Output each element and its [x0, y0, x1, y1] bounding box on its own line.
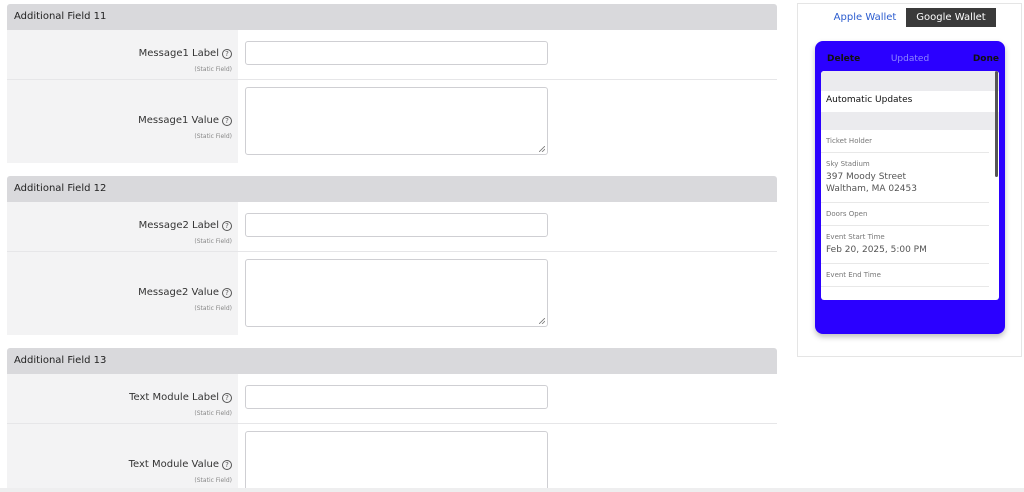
text-module-value-textarea[interactable] — [245, 431, 548, 492]
field-row: Text Module Value? (Static Field) — [7, 423, 777, 492]
resize-grip-icon[interactable] — [539, 146, 545, 152]
pass-field-label: Sky Stadium — [826, 160, 870, 168]
section-header: Additional Field 13 — [7, 348, 777, 374]
field-label: Message1 Label — [138, 48, 219, 59]
section-header: Additional Field 11 — [7, 4, 777, 30]
message1-label-input[interactable] — [245, 41, 548, 65]
field-label: Message2 Value — [138, 287, 219, 298]
tab-google-wallet[interactable]: Google Wallet — [906, 8, 996, 27]
field-sublabel: (Static Field) — [194, 238, 232, 245]
pass-field: Event Start Time Feb 20, 2025, 5:00 PM — [821, 226, 989, 264]
field-label: Message2 Label — [138, 220, 219, 231]
wallet-tabs: Apple Wallet Google Wallet — [824, 8, 996, 27]
resize-grip-icon[interactable] — [539, 318, 545, 324]
pass-field-value: Feb 20, 2025, 5:00 PM — [826, 245, 927, 255]
pass-field: Doors Open — [821, 203, 989, 226]
field-label: Text Module Label — [129, 392, 219, 403]
scrollbar[interactable] — [995, 71, 998, 177]
pass-field-label: Event End Time — [826, 271, 881, 279]
help-icon[interactable]: ? — [222, 287, 232, 298]
help-icon[interactable]: ? — [222, 115, 232, 126]
message2-value-textarea[interactable] — [245, 259, 548, 327]
field-sublabel: (Static Field) — [194, 305, 232, 312]
field-label: Message1 Value — [138, 115, 219, 126]
form-column: Additional Field 11 Message1 Label? (Sta… — [7, 4, 777, 492]
section-header: Additional Field 12 — [7, 176, 777, 202]
help-icon[interactable]: ? — [222, 459, 232, 470]
help-icon[interactable]: ? — [222, 392, 232, 403]
pass-field-value: Waltham, MA 02453 — [826, 184, 917, 194]
field-sublabel: (Static Field) — [194, 66, 232, 73]
wallet-preview-panel: Apple Wallet Google Wallet Delete Update… — [797, 3, 1022, 357]
pass-toolbar: Delete Updated Done — [815, 54, 1005, 66]
text-module-label-input[interactable] — [245, 385, 548, 409]
field-row: Message2 Value? (Static Field) — [7, 251, 777, 335]
tab-apple-wallet[interactable]: Apple Wallet — [824, 8, 906, 27]
pass-field-label: Doors Open — [826, 210, 868, 218]
pass-field: Sky Stadium 397 Moody Street Waltham, MA… — [821, 153, 989, 203]
section-additional-field-12: Additional Field 12 Message2 Label? (Sta… — [7, 176, 777, 335]
pass-field: Event End Time — [821, 264, 989, 287]
section-additional-field-11: Additional Field 11 Message1 Label? (Sta… — [7, 4, 777, 163]
automatic-updates-title: Automatic Updates — [826, 95, 913, 105]
pass-field: Ticket Holder — [821, 130, 989, 153]
pass-field-label: Ticket Holder — [826, 137, 873, 145]
field-sublabel: (Static Field) — [194, 133, 232, 140]
pass-field-value: 397 Moody Street — [826, 172, 907, 182]
field-row: Text Module Label? (Static Field) — [7, 374, 777, 423]
pass-preview: Delete Updated Done Automatic Updates Ti… — [815, 41, 1005, 334]
section-additional-field-13: Additional Field 13 Text Module Label? (… — [7, 348, 777, 492]
help-icon[interactable]: ? — [222, 220, 232, 231]
done-button[interactable]: Done — [973, 54, 999, 64]
pass-back-screen: Automatic Updates Ticket Holder Sky Stad… — [821, 71, 999, 300]
field-row: Message1 Value? (Static Field) — [7, 79, 777, 163]
message2-label-input[interactable] — [245, 213, 548, 237]
field-row: Message1 Label? (Static Field) — [7, 30, 777, 79]
field-row: Message2 Label? (Static Field) — [7, 202, 777, 251]
field-label: Text Module Value — [128, 459, 219, 470]
field-sublabel: (Static Field) — [194, 477, 232, 484]
help-icon[interactable]: ? — [222, 48, 232, 59]
message1-value-textarea[interactable] — [245, 87, 548, 155]
field-sublabel: (Static Field) — [194, 410, 232, 417]
pass-field-label: Event Start Time — [826, 233, 885, 241]
